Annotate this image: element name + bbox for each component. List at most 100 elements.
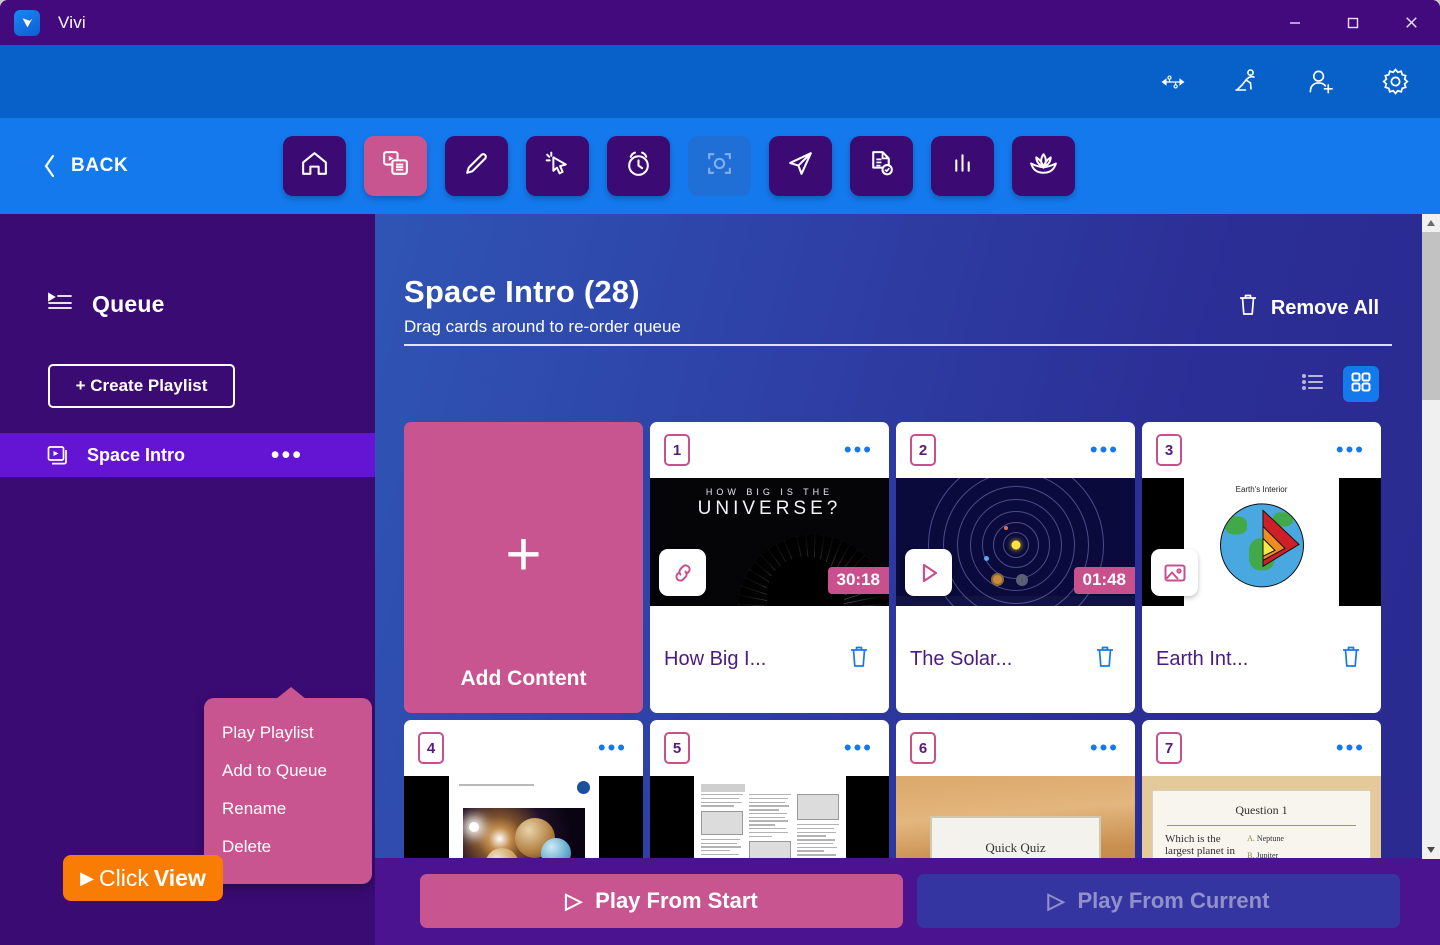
back-button[interactable]: BACK: [42, 152, 128, 180]
toolbar-poll-button[interactable]: [931, 136, 994, 196]
grid-view-button[interactable]: [1343, 366, 1379, 402]
settings-gear-icon[interactable]: [1380, 67, 1410, 97]
activity-runner-icon[interactable]: [1232, 67, 1262, 97]
remove-all-button[interactable]: Remove All: [1236, 292, 1379, 324]
link-icon: [659, 549, 706, 596]
card-header: 5 •••: [650, 720, 889, 776]
remove-all-label: Remove All: [1271, 297, 1379, 320]
toolbar-pointer-button[interactable]: [526, 136, 589, 196]
toolbar-playlist-button[interactable]: [364, 136, 427, 196]
playlist-stack-icon: [46, 444, 70, 466]
card-more-button[interactable]: •••: [844, 745, 873, 751]
minimize-button[interactable]: [1266, 0, 1324, 45]
alarm-clock-icon: [623, 148, 654, 184]
main-toolbar: [283, 136, 1075, 196]
scroll-up-button[interactable]: [1422, 214, 1440, 232]
thumb-question-line1: Which is the: [1165, 833, 1235, 845]
play-from-start-button[interactable]: ▷ Play From Start: [420, 874, 903, 928]
card-footer: How Big I...: [650, 606, 889, 713]
list-view-button[interactable]: [1295, 366, 1331, 402]
play-from-current-label: Play From Current: [1077, 888, 1269, 914]
toolbar-annotate-button[interactable]: [445, 136, 508, 196]
play-icon: ▷: [1048, 888, 1065, 914]
scrollbar-track[interactable]: [1422, 400, 1440, 841]
card-delete-button[interactable]: [847, 644, 871, 675]
sidebar-item-label: Space Intro: [87, 445, 185, 466]
document-check-icon: [866, 148, 897, 184]
usb-connection-icon[interactable]: [1158, 67, 1188, 97]
thumb-caption: Question 1: [1153, 803, 1370, 818]
card-thumbnail: HOW BIG IS THE UNIVERSE? 30:18: [650, 478, 889, 606]
pencil-icon: [461, 148, 492, 184]
card-footer: Earth Int...: [1142, 606, 1381, 713]
card-title: How Big I...: [664, 648, 766, 671]
card-number: 1: [664, 434, 690, 466]
home-icon: [299, 148, 330, 184]
play-from-current-button[interactable]: ▷ Play From Current: [917, 874, 1400, 928]
add-user-icon[interactable]: [1306, 67, 1336, 97]
thumb-caption: Quick Quiz: [932, 840, 1099, 856]
content-card[interactable]: 3 ••• Earth's Interior: [1142, 422, 1381, 713]
toolbar-send-button[interactable]: [769, 136, 832, 196]
maximize-button[interactable]: [1324, 0, 1382, 45]
toolbar-quiz-button[interactable]: [850, 136, 913, 196]
playlist-icon: [380, 148, 411, 184]
paper-plane-icon: [785, 148, 816, 184]
context-menu-item-add-to-queue[interactable]: Add to Queue: [204, 752, 372, 790]
window-controls: [1266, 0, 1440, 45]
thumb-text-big: UNIVERSE?: [650, 498, 889, 520]
back-label: BACK: [71, 155, 128, 177]
card-number: 5: [664, 732, 690, 764]
play-triangle-icon: ▶: [80, 868, 94, 889]
toolbar-timer-button[interactable]: [607, 136, 670, 196]
card-header: 1 •••: [650, 422, 889, 478]
main-content: Space Intro (28) Drag cards around to re…: [375, 214, 1422, 945]
scroll-down-button[interactable]: [1422, 841, 1440, 859]
sidebar: Queue + Create Playlist Space Intro ••• …: [0, 214, 375, 945]
card-more-button[interactable]: •••: [844, 447, 873, 453]
card-delete-button[interactable]: [1093, 644, 1117, 675]
card-header: 3 •••: [1142, 422, 1381, 478]
add-content-label: Add Content: [461, 667, 587, 691]
create-playlist-button[interactable]: + Create Playlist: [48, 364, 235, 408]
scrollbar-thumb[interactable]: [1422, 232, 1440, 400]
card-more-button[interactable]: •••: [1336, 447, 1365, 453]
card-more-button[interactable]: •••: [1336, 745, 1365, 751]
clickview-logo[interactable]: ▶ Click View: [63, 855, 223, 901]
option-a-letter: A.: [1247, 834, 1255, 843]
cursor-click-icon: [542, 148, 573, 184]
toolbar-capture-button[interactable]: [688, 136, 751, 196]
queue-label: Queue: [92, 291, 165, 318]
sidebar-item-space-intro[interactable]: Space Intro •••: [0, 433, 375, 477]
bottom-action-bar: ▷ Play From Start ▷ Play From Current: [375, 858, 1440, 945]
trash-icon: [1236, 292, 1260, 324]
duration-badge: 01:48: [1074, 567, 1135, 594]
add-content-card[interactable]: + Add Content: [404, 422, 643, 713]
queue-list-icon: [46, 290, 74, 319]
toolbar-wellbeing-button[interactable]: [1012, 136, 1075, 196]
context-menu-arrow: [276, 687, 306, 699]
context-menu-item-rename[interactable]: Rename: [204, 790, 372, 828]
card-header: 7 •••: [1142, 720, 1381, 776]
content-card[interactable]: 2 •••: [896, 422, 1135, 713]
content-card[interactable]: 1 ••• HOW BIG IS THE UNIVERSE?: [650, 422, 889, 713]
close-button[interactable]: [1382, 0, 1440, 45]
card-title: The Solar...: [910, 648, 1012, 671]
context-menu-item-play-playlist[interactable]: Play Playlist: [204, 714, 372, 752]
playlist-context-menu: Play Playlist Add to Queue Rename Delete: [204, 698, 372, 884]
context-menu-item-delete[interactable]: Delete: [204, 828, 372, 866]
plus-icon: +: [505, 529, 541, 581]
main-scrollbar[interactable]: [1422, 214, 1440, 859]
bar-chart-icon: [947, 148, 978, 184]
toolbar-home-button[interactable]: [283, 136, 346, 196]
card-more-button[interactable]: •••: [1090, 745, 1119, 751]
card-more-button[interactable]: •••: [1090, 447, 1119, 453]
option-a-text: Neptune: [1257, 834, 1284, 843]
title-bar: Vivi: [0, 0, 1440, 45]
card-more-button[interactable]: •••: [598, 745, 627, 751]
card-number: 6: [910, 732, 936, 764]
card-delete-button[interactable]: [1339, 644, 1363, 675]
play-icon: ▷: [565, 888, 582, 914]
playlist-more-button[interactable]: •••: [271, 451, 303, 459]
app-title: Vivi: [58, 13, 86, 33]
